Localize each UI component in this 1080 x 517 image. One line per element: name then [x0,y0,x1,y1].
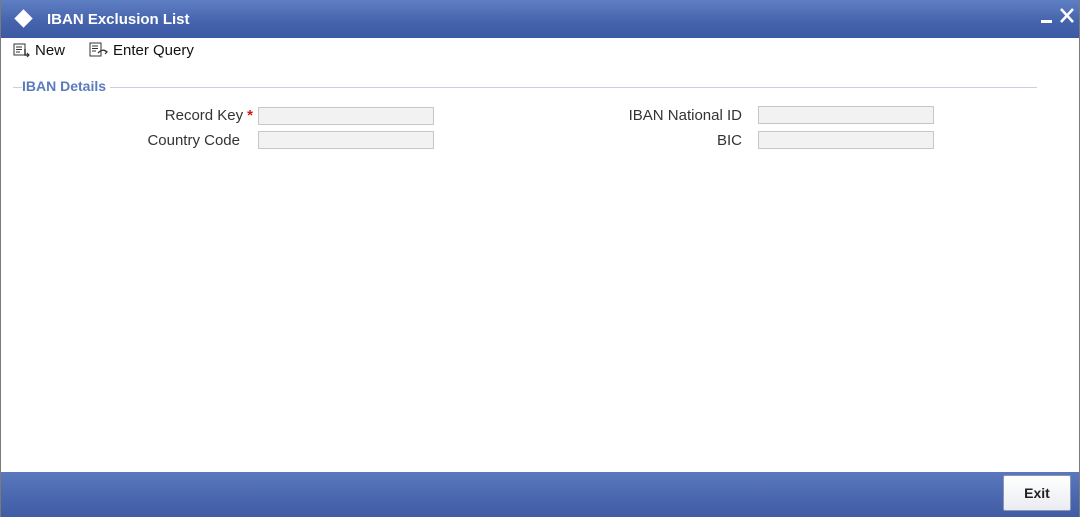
country-code-input[interactable] [258,131,434,149]
country-code-label: Country Code [147,132,240,149]
title-bar[interactable]: IBAN Exclusion List [1,0,1079,38]
diamond-icon [14,9,33,28]
iban-details-section: IBAN Details [13,78,1037,98]
close-icon[interactable] [1055,3,1079,31]
iban-exclusion-window: IBAN Exclusion List New Enter Query IBAN… [0,0,1080,517]
window-title: IBAN Exclusion List [47,11,190,28]
bic-label: BIC [716,132,742,149]
enter-query-label: Enter Query [113,41,194,59]
record-key-label-text: Record Key [164,107,244,124]
new-record-icon [13,43,30,58]
iban-national-id-input[interactable] [758,106,934,124]
enter-query-button[interactable]: Enter Query [89,40,194,60]
toolbar: New Enter Query [1,38,1079,62]
record-key-input[interactable] [258,107,434,125]
required-marker: * [247,107,253,124]
exit-button[interactable]: Exit [1003,475,1071,511]
bic-input[interactable] [758,131,934,149]
record-key-label: Record Key * [101,107,253,124]
minimize-icon[interactable] [1041,20,1052,23]
new-button[interactable]: New [13,40,65,60]
enter-query-icon [89,42,108,57]
section-divider [13,87,1037,88]
section-title: IBAN Details [22,78,111,94]
new-label: New [35,41,66,59]
footer-bar [1,472,1079,517]
iban-national-id-label: IBAN National ID [628,107,742,124]
